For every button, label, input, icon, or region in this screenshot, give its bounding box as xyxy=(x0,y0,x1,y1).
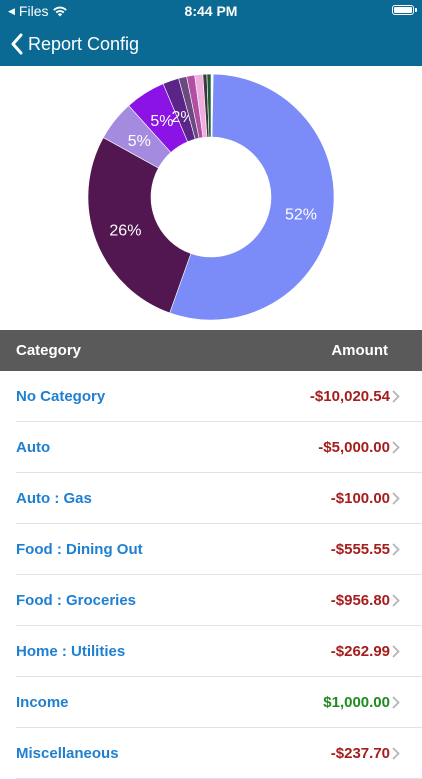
row-category: Home : Utilities xyxy=(16,643,126,660)
row-amount: -$10,020.54 xyxy=(309,388,390,405)
table-row[interactable]: Home : Utilities -$262.99 xyxy=(0,626,422,677)
pie-slice-label-1: 26% xyxy=(109,222,141,239)
chevron-right-icon xyxy=(392,390,400,403)
row-category: Income xyxy=(16,694,69,711)
row-amount: -$100.00 xyxy=(330,490,390,507)
pie-slice-label-2: 5% xyxy=(128,133,151,150)
chevron-right-icon xyxy=(392,543,400,556)
row-amount: -$237.70 xyxy=(330,745,390,762)
row-category: Food : Groceries xyxy=(16,592,137,609)
header-category: Category xyxy=(16,342,82,359)
chevron-right-icon xyxy=(392,645,400,658)
donut-chart[interactable]: 52%26%5%5%2% xyxy=(0,66,422,330)
chevron-left-icon xyxy=(11,33,23,55)
table-header: Category Amount xyxy=(0,330,422,371)
chevron-right-icon xyxy=(392,594,400,607)
pie-slice-label-0: 52% xyxy=(285,206,317,223)
table-row[interactable]: Food : Dining Out -$555.55 xyxy=(0,524,422,575)
chevron-right-icon xyxy=(392,492,400,505)
nav-bar: Report Config xyxy=(0,22,422,66)
row-category: No Category xyxy=(16,388,106,405)
chevron-right-icon xyxy=(392,696,400,709)
row-amount: -$5,000.00 xyxy=(318,439,390,456)
row-amount: -$555.55 xyxy=(330,541,390,558)
table-row[interactable]: Auto : Gas -$100.00 xyxy=(0,473,422,524)
category-list: No Category -$10,020.54 Auto -$5,000.00 … xyxy=(0,371,422,779)
chevron-right-icon xyxy=(392,747,400,760)
status-bar: ◀ Files 8:44 PM xyxy=(0,0,422,22)
chart-area: 52% 26% 5% 5% 2% xyxy=(0,66,422,330)
row-category: Auto : Gas xyxy=(16,490,92,507)
row-category: Miscellaneous xyxy=(16,745,119,762)
battery-icon xyxy=(392,5,417,15)
table-row[interactable]: No Category -$10,020.54 xyxy=(0,371,422,422)
row-amount: -$956.80 xyxy=(330,592,390,609)
back-button-label: Report Config xyxy=(28,33,140,54)
row-amount: -$262.99 xyxy=(330,643,390,660)
chevron-right-icon xyxy=(392,441,400,454)
status-time: 8:44 PM xyxy=(184,3,238,19)
header-amount: Amount xyxy=(331,342,388,359)
row-category: Auto xyxy=(16,439,51,456)
row-amount: $1,000.00 xyxy=(323,694,390,711)
table-row[interactable]: Income $1,000.00 xyxy=(0,677,422,728)
table-row[interactable]: Auto -$5,000.00 xyxy=(0,422,422,473)
pie-slice-label-3: 5% xyxy=(150,113,173,130)
row-category: Food : Dining Out xyxy=(16,541,143,558)
table-row[interactable]: Food : Groceries -$956.80 xyxy=(0,575,422,626)
back-button[interactable]: Report Config xyxy=(10,22,139,66)
table-row[interactable]: Miscellaneous -$237.70 xyxy=(0,728,422,779)
